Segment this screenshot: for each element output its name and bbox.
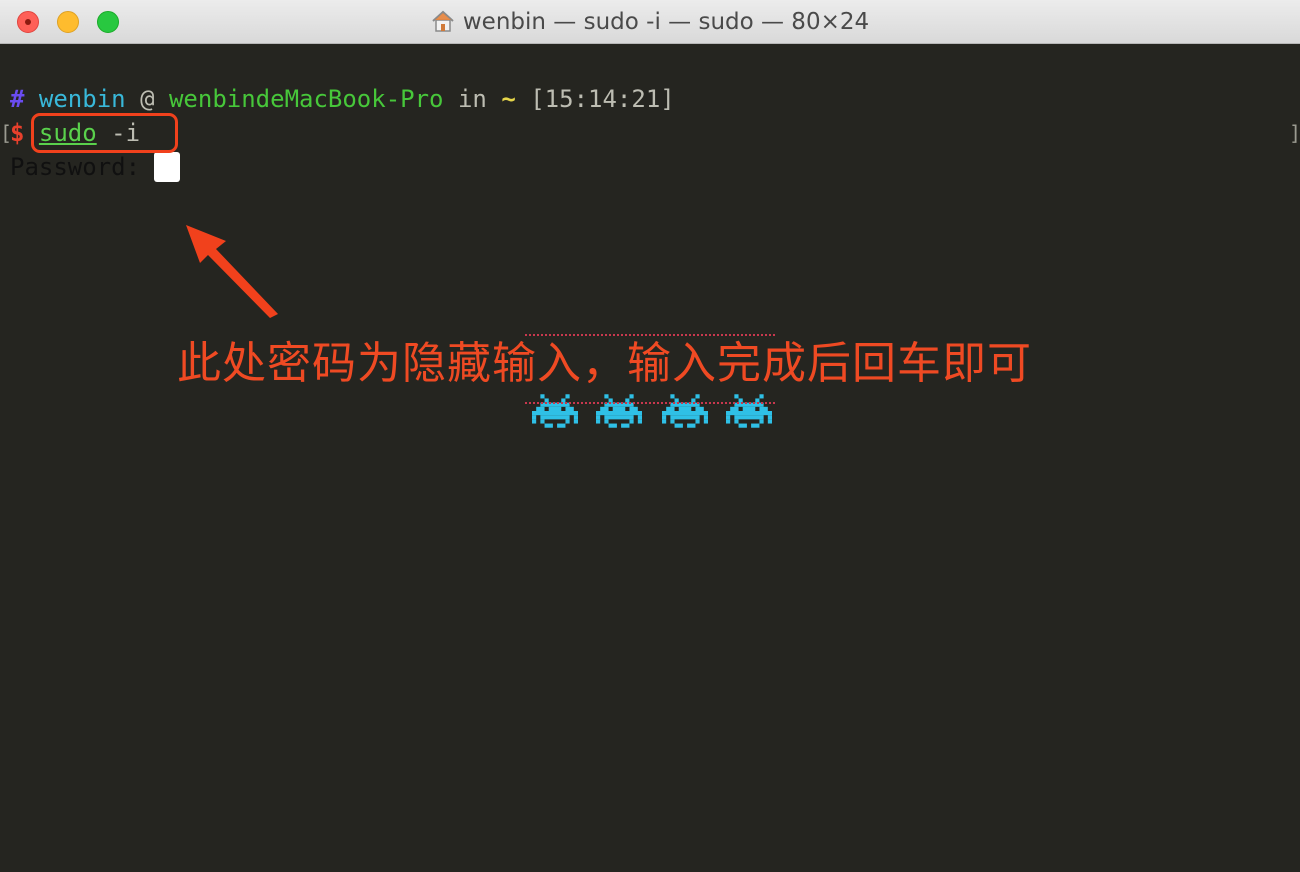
space-invader-icon	[532, 394, 578, 428]
text-cursor	[154, 152, 180, 182]
prompt-at: @	[140, 85, 155, 113]
terminal-window: wenbin — sudo -i — sudo — 80×24 # wenbin…	[0, 0, 1300, 872]
home-icon	[431, 10, 455, 38]
window-title-text: wenbin — sudo -i — sudo — 80×24	[462, 9, 870, 35]
prompt-host: wenbindeMacBook-Pro	[168, 85, 444, 113]
prompt-line: # wenbin @ wenbindeMacBook-Pro in ~ [15:…	[10, 84, 675, 114]
arrow-icon	[186, 225, 278, 318]
prompt-dir: ~	[501, 85, 516, 113]
prompt-user: wenbin	[38, 85, 126, 113]
highlight-box	[31, 113, 178, 153]
password-prompt: Password:	[10, 153, 141, 181]
annotation-underline-top	[525, 334, 775, 336]
terminal-content[interactable]: # wenbin @ wenbindeMacBook-Pro in ~ [15:…	[0, 44, 1300, 872]
prompt-dollar: $	[10, 119, 25, 147]
space-invader-icon	[726, 394, 772, 428]
prompt-in: in	[457, 85, 487, 113]
line-close-bracket: ]	[1289, 121, 1300, 145]
annotation-underline-bottom	[525, 402, 775, 404]
prompt-time: [15:14:21]	[530, 85, 675, 113]
prompt-hash: #	[10, 85, 25, 113]
space-invader-icon	[596, 394, 642, 428]
title-bar[interactable]: wenbin — sudo -i — sudo — 80×24	[0, 0, 1300, 44]
space-invader-icon	[662, 394, 708, 428]
annotation-text: 此处密码为隐藏输入，输入完成后回车即可	[177, 338, 1032, 389]
window-title: wenbin — sudo -i — sudo — 80×24	[0, 9, 1300, 38]
